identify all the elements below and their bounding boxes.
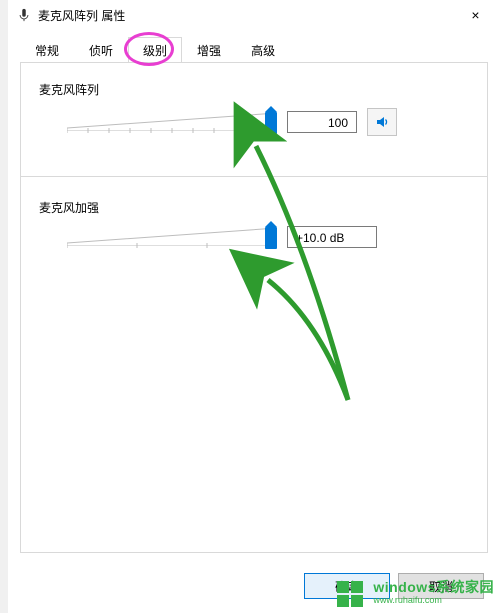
tab-advanced[interactable]: 高级	[236, 37, 290, 63]
microphone-icon	[16, 7, 32, 23]
tab-label: 常规	[35, 44, 59, 58]
properties-dialog: 麦克风阵列 属性 × 常规 侦听 级别 增强 高级 麦克风阵列	[0, 0, 500, 613]
watermark-text: windows系统家园 www.ruhaifu.com	[373, 580, 494, 605]
window-title: 麦克风阵列 属性	[38, 7, 125, 24]
mic-boost-slider-thumb[interactable]	[265, 227, 277, 249]
mute-button[interactable]	[367, 108, 397, 136]
tab-label: 侦听	[89, 44, 113, 58]
speaker-icon	[374, 114, 390, 130]
levels-panel: 麦克风阵列 100	[20, 62, 488, 553]
dialog-frame: 麦克风阵列 属性 × 常规 侦听 级别 增强 高级 麦克风阵列	[8, 0, 500, 613]
tab-strip: 常规 侦听 级别 增强 高级	[20, 36, 488, 63]
mic-array-slider[interactable]	[67, 113, 277, 131]
tab-general[interactable]: 常规	[20, 37, 74, 63]
tab-label: 级别	[143, 44, 167, 58]
mic-boost-label: 麦克风加强	[39, 199, 469, 216]
close-button[interactable]: ×	[453, 0, 498, 30]
tab-label: 增强	[197, 44, 221, 58]
mic-array-label: 麦克风阵列	[39, 81, 469, 98]
mic-boost-slider-row: +10.0 dB	[67, 226, 469, 248]
tab-label: 高级	[251, 44, 275, 58]
mic-array-slider-row: 100	[67, 108, 469, 136]
mic-array-value[interactable]: 100	[287, 111, 357, 133]
mic-boost-value[interactable]: +10.0 dB	[287, 226, 377, 248]
watermark: windows系统家园 www.ruhaifu.com	[335, 579, 494, 607]
tab-levels[interactable]: 级别	[128, 37, 182, 63]
tab-enhance[interactable]: 增强	[182, 37, 236, 63]
title-bar: 麦克风阵列 属性 ×	[8, 0, 500, 30]
close-icon: ×	[471, 7, 479, 23]
tab-listen[interactable]: 侦听	[74, 37, 128, 63]
mic-boost-slider[interactable]	[67, 228, 277, 246]
divider	[21, 176, 487, 177]
mic-array-slider-thumb[interactable]	[265, 112, 277, 134]
watermark-line1: windows系统家园	[373, 580, 494, 595]
windows-logo-icon	[335, 579, 367, 607]
watermark-line2: www.ruhaifu.com	[373, 596, 494, 606]
